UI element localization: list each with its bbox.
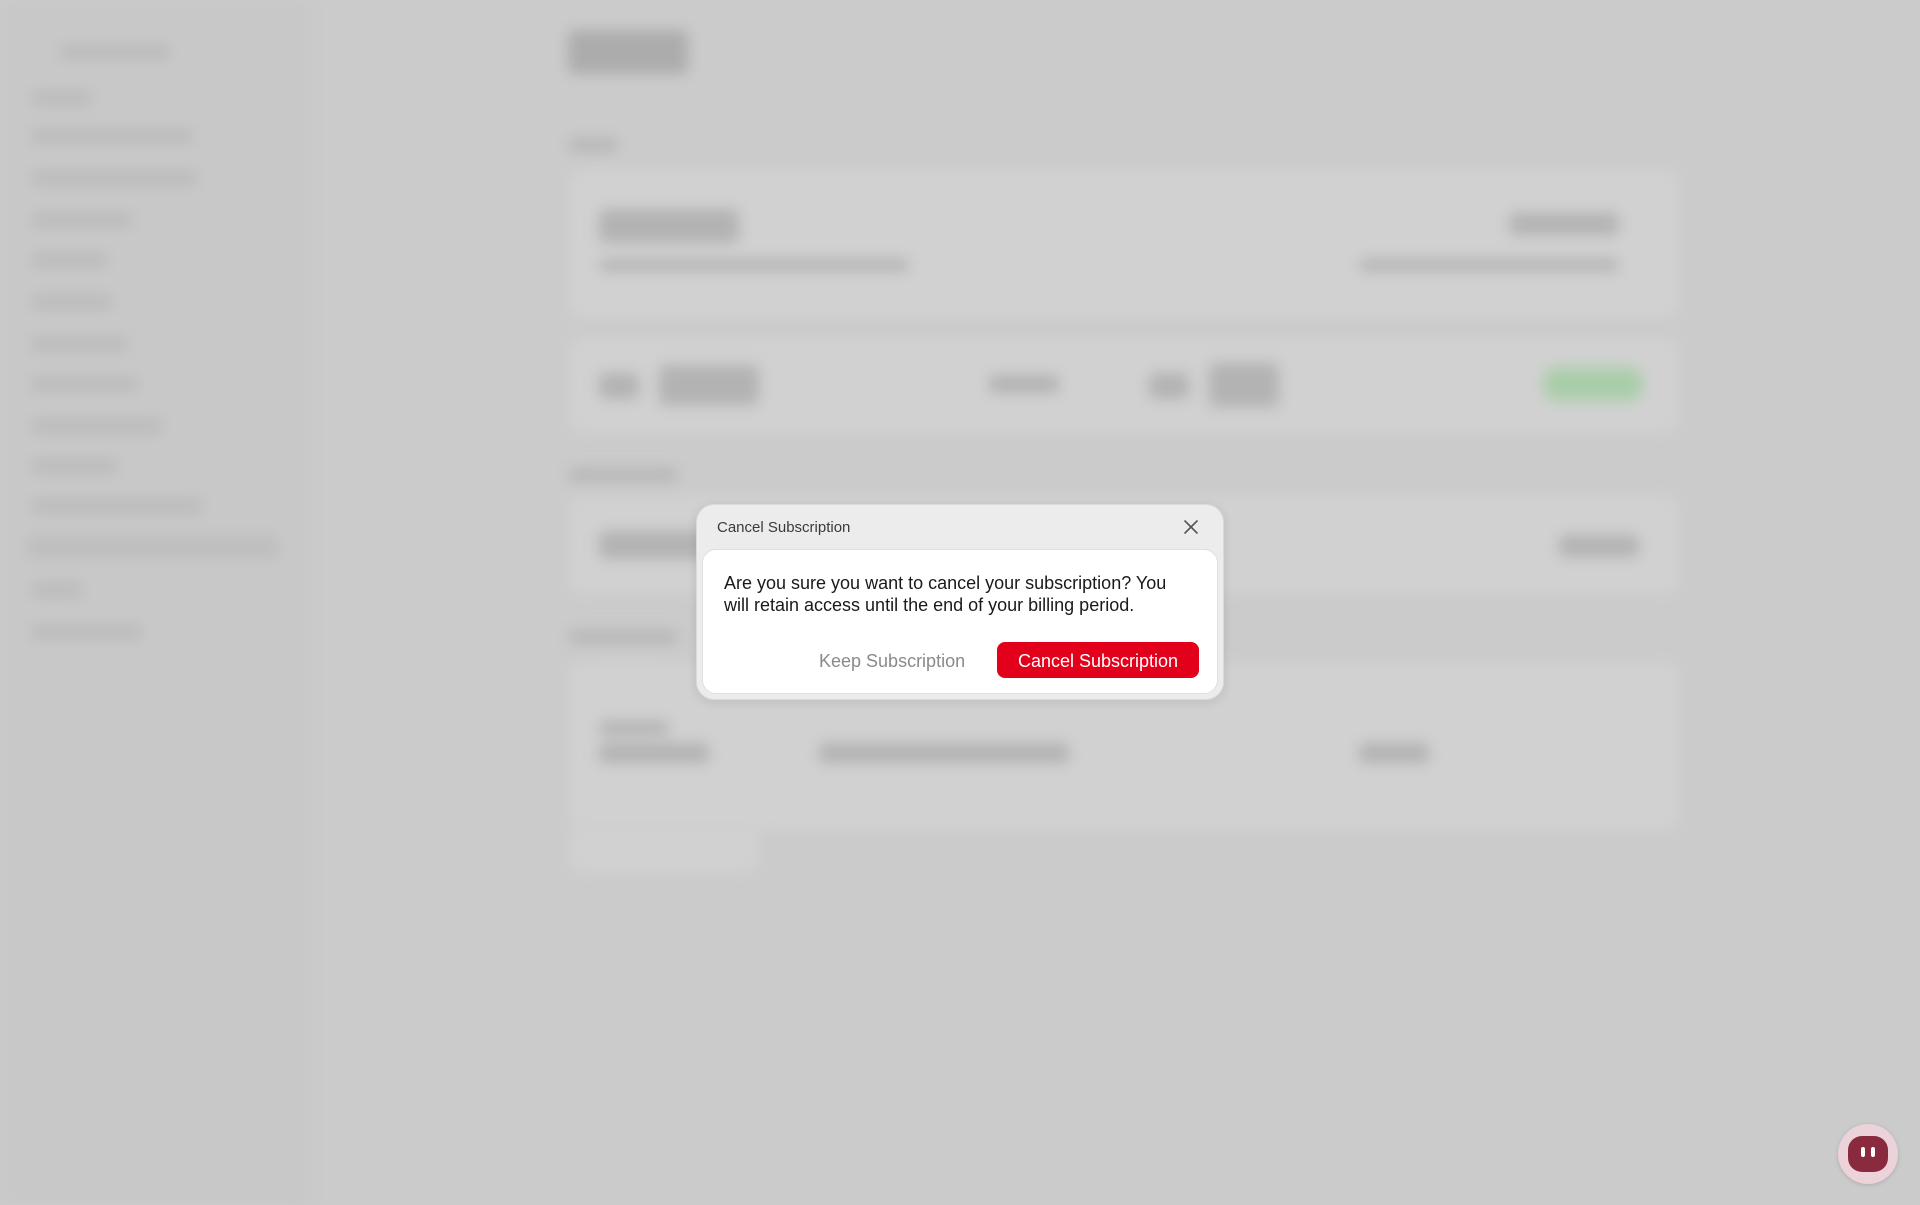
close-icon[interactable] bbox=[1181, 517, 1201, 537]
dialog-title: Cancel Subscription bbox=[717, 519, 851, 536]
dialog-header: Cancel Subscription bbox=[697, 505, 1223, 549]
dialog-message: Are you sure you want to cancel your sub… bbox=[724, 573, 1167, 615]
background-sidebar bbox=[0, 0, 311, 1205]
keep-subscription-button[interactable]: Keep Subscription bbox=[809, 644, 975, 678]
cancel-subscription-button[interactable]: Cancel Subscription bbox=[997, 642, 1199, 678]
cancel-subscription-dialog: Cancel Subscription Are you sure you wan… bbox=[696, 504, 1224, 700]
dialog-body: Are you sure you want to cancel your sub… bbox=[702, 549, 1218, 694]
assistant-button[interactable] bbox=[1838, 1124, 1898, 1184]
assistant-avatar-icon bbox=[1848, 1136, 1888, 1172]
